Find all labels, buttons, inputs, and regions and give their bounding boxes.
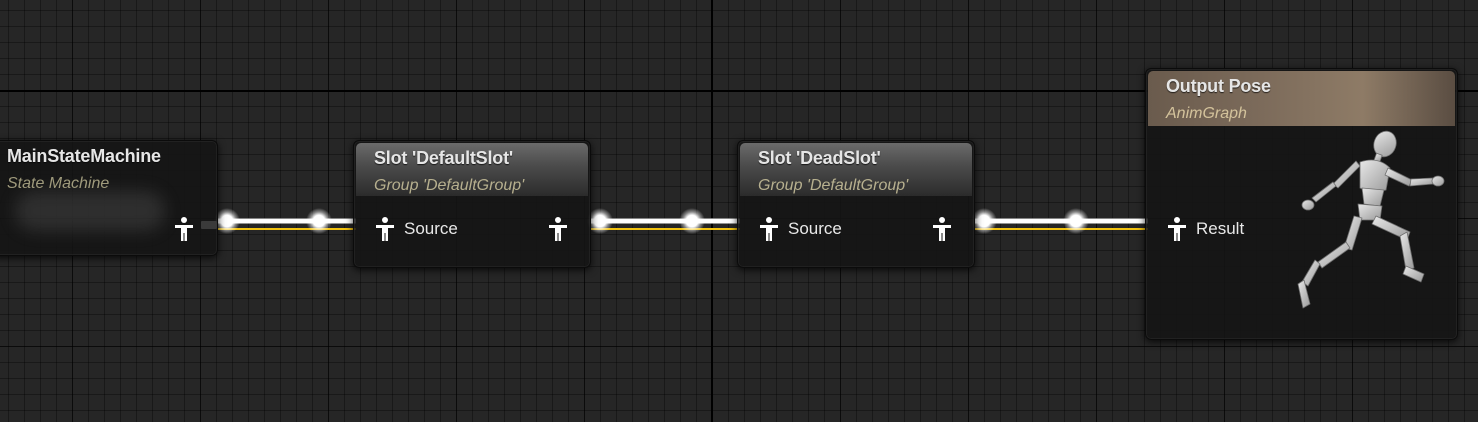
output-pose-pin[interactable] xyxy=(547,214,569,244)
node-subtitle: State Machine xyxy=(7,175,110,192)
node-header: MainStateMachine State Machine xyxy=(0,141,217,194)
anim-graph-canvas[interactable]: MainStateMachine State Machine Slot 'Def… xyxy=(0,0,1478,422)
pose-person-icon xyxy=(933,217,951,241)
output-pose-pin[interactable] xyxy=(931,214,953,244)
node-header: Slot 'DefaultSlot' Group 'DefaultGroup' xyxy=(356,143,588,196)
pose-person-icon xyxy=(760,217,778,241)
node-title: Output Pose xyxy=(1166,76,1271,96)
pose-person-icon xyxy=(549,217,567,241)
node-subtitle: AnimGraph xyxy=(1166,105,1247,122)
node-slot-defaultslot[interactable]: Slot 'DefaultSlot' Group 'DefaultGroup' … xyxy=(353,140,591,268)
node-subtitle: Group 'DefaultGroup' xyxy=(374,177,525,194)
pin-label: Source xyxy=(404,219,458,238)
node-title: MainStateMachine xyxy=(7,146,161,166)
mannequin-running-icon xyxy=(1297,130,1445,309)
node-main-state-machine[interactable]: MainStateMachine State Machine xyxy=(0,140,218,256)
input-pin-result[interactable]: Result xyxy=(1166,214,1244,244)
node-title: Slot 'DefaultSlot' xyxy=(374,148,513,168)
wire-deadslot-to-outputpose[interactable] xyxy=(971,208,1148,234)
pose-person-icon xyxy=(1168,217,1186,241)
pin-label: Source xyxy=(788,219,842,238)
input-pin-source[interactable]: Source xyxy=(374,214,458,244)
node-title: Slot 'DeadSlot' xyxy=(758,148,881,168)
pin-label: Result xyxy=(1196,219,1245,238)
pin-connector xyxy=(201,221,217,229)
pose-person-icon xyxy=(376,217,394,241)
state-machine-preview-blur xyxy=(15,191,165,231)
output-pose-pin[interactable] xyxy=(173,214,195,244)
wire-statemachine-to-defaultslot[interactable] xyxy=(214,208,356,234)
node-subtitle: Group 'DefaultGroup' xyxy=(758,177,909,194)
wire-defaultslot-to-deadslot[interactable] xyxy=(587,208,740,234)
node-slot-deadslot[interactable]: Slot 'DeadSlot' Group 'DefaultGroup' Sou… xyxy=(737,140,975,268)
input-pin-source[interactable]: Source xyxy=(758,214,842,244)
node-header: Output Pose AnimGraph xyxy=(1148,71,1455,126)
node-header: Slot 'DeadSlot' Group 'DefaultGroup' xyxy=(740,143,972,196)
pose-person-icon xyxy=(175,217,193,241)
